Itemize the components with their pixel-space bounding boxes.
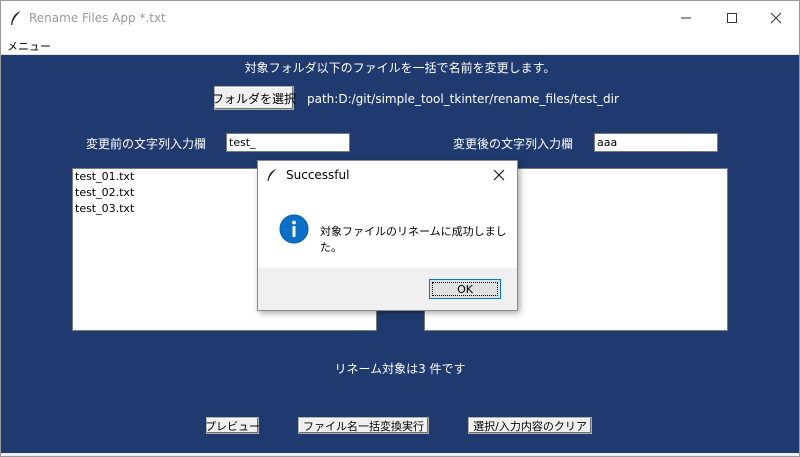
execute-rename-button[interactable]: ファイル名一括変換実行 bbox=[298, 417, 429, 434]
maximize-icon bbox=[727, 13, 737, 23]
menu-item-main[interactable]: メニュー bbox=[7, 38, 51, 54]
dialog-message: 対象ファイルのリネームに成功しました。 bbox=[320, 225, 507, 254]
dialog-title: Successful bbox=[286, 168, 350, 182]
ok-button[interactable]: OK bbox=[429, 279, 501, 299]
window-title: Rename Files App *.txt bbox=[29, 11, 166, 25]
before-string-input[interactable]: test_ bbox=[226, 133, 350, 152]
after-string-label: 変更後の文字列入力欄 bbox=[453, 137, 574, 151]
menu-bar: メニュー bbox=[1, 35, 799, 55]
feather-icon bbox=[266, 168, 278, 182]
dialog-close-button[interactable] bbox=[488, 164, 510, 186]
path-label: path:D:/git/simple_tool_tkinter/rename_f… bbox=[307, 92, 619, 106]
before-string-label: 変更前の文字列入力欄 bbox=[86, 137, 207, 151]
minimize-button[interactable] bbox=[663, 1, 709, 35]
clear-button[interactable]: 選択/入力内容のクリア bbox=[468, 417, 592, 434]
title-bar[interactable]: Rename Files App *.txt bbox=[1, 1, 799, 35]
info-icon bbox=[279, 214, 309, 244]
close-icon bbox=[770, 12, 782, 24]
status-text: リネーム対象は3 件です bbox=[334, 362, 466, 376]
close-icon bbox=[493, 169, 505, 181]
select-folder-button[interactable]: フォルダを選択 bbox=[212, 86, 296, 110]
window-bottom-border bbox=[1, 453, 799, 456]
description-text: 対象フォルダ以下のファイルを一括で名前を変更します。 bbox=[244, 61, 556, 75]
minimize-icon bbox=[681, 17, 691, 19]
after-string-input[interactable]: aaa bbox=[594, 133, 718, 152]
close-button[interactable] bbox=[753, 1, 799, 35]
success-dialog: Successful 対象ファイルのリネームに成功しました。 OK bbox=[257, 160, 518, 311]
app-window: Rename Files App *.txt メニュー 対象フォルダ以下のファイ… bbox=[0, 0, 800, 457]
maximize-button[interactable] bbox=[709, 1, 755, 35]
dialog-title-bar[interactable]: Successful bbox=[258, 161, 517, 189]
feather-icon bbox=[9, 10, 23, 26]
dialog-footer: OK bbox=[258, 268, 517, 310]
preview-button[interactable]: プレビュー bbox=[205, 417, 260, 434]
